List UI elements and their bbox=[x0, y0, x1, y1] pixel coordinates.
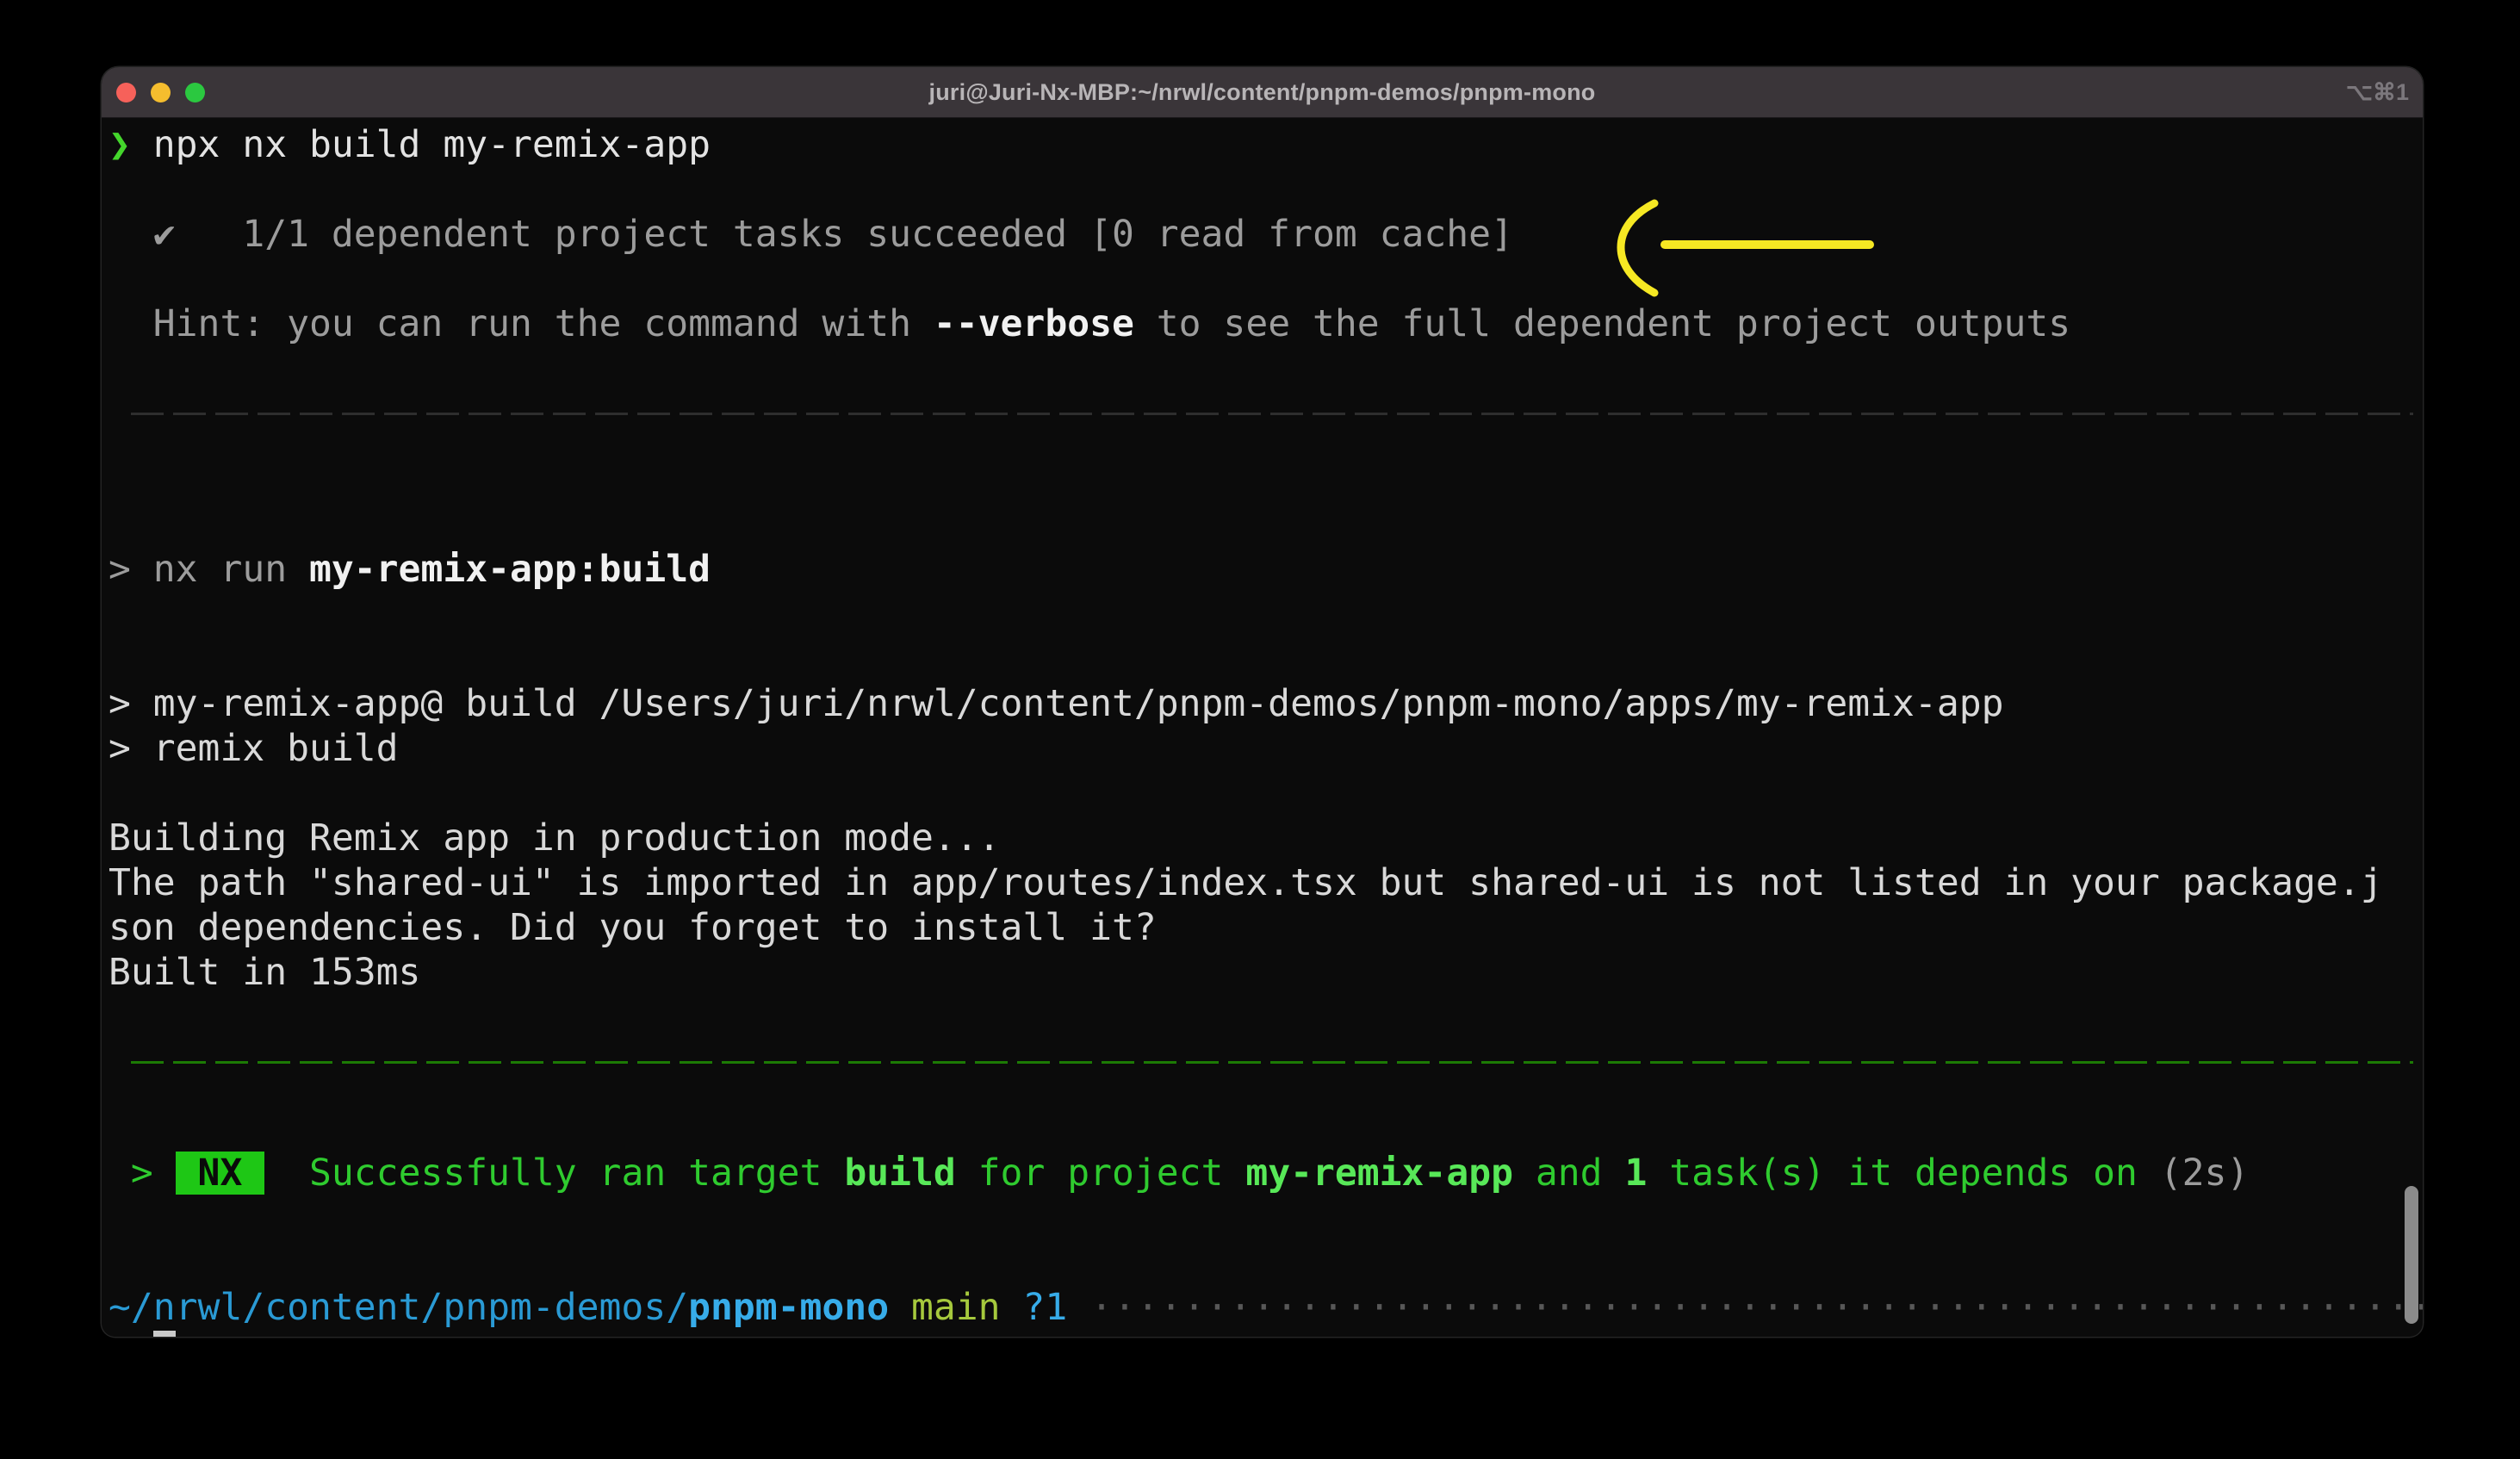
separator-line bbox=[109, 413, 2423, 457]
text-segment: > nx run bbox=[109, 548, 309, 591]
nx-badge: NX bbox=[176, 1152, 265, 1195]
terminal-line: Building Remix app in production mode... bbox=[109, 816, 2423, 860]
text-segment: > my-remix-app@ build /Users/juri/nrwl/c… bbox=[109, 682, 2004, 725]
blank-line bbox=[109, 592, 2423, 636]
gray-dashed-divider bbox=[131, 413, 2413, 415]
text-segment: ········································… bbox=[1067, 1286, 2423, 1329]
blank-line bbox=[109, 346, 2423, 391]
text-segment bbox=[131, 1331, 153, 1337]
text-segment: (2s) bbox=[2160, 1152, 2250, 1195]
text-segment: task(s) it depends on bbox=[1647, 1152, 2159, 1195]
terminal-line: > NX Successfully ran target build for p… bbox=[109, 1151, 2423, 1195]
text-segment: Building Remix app in production mode... bbox=[109, 816, 1001, 860]
green-dashed-divider bbox=[131, 1061, 2413, 1064]
blank-line bbox=[109, 1106, 2423, 1151]
text-segment: son dependencies. Did you forget to inst… bbox=[109, 906, 1157, 949]
desktop-background: juri@Juri-Nx-MBP:~/nrwl/content/pnpm-dem… bbox=[0, 0, 2520, 1459]
terminal-line: > my-remix-app@ build /Users/juri/nrwl/c… bbox=[109, 681, 2423, 726]
blank-line bbox=[109, 995, 2423, 1040]
separator-line bbox=[109, 1061, 2423, 1106]
text-segment: npx nx build my-remix-app bbox=[131, 123, 711, 166]
text-segment: ✔ 1/1 dependent project tasks succeeded … bbox=[109, 213, 1513, 256]
cursor-block bbox=[153, 1331, 176, 1337]
text-segment: > bbox=[109, 1152, 176, 1195]
text-segment: --verbose bbox=[934, 302, 1134, 345]
text-segment: Built in 153ms bbox=[109, 951, 420, 994]
blank-line bbox=[109, 502, 2423, 547]
terminal-line: son dependencies. Did you forget to inst… bbox=[109, 905, 2423, 950]
text-segment: main bbox=[889, 1286, 1000, 1329]
text-segment: my-remix-app:build bbox=[309, 548, 711, 591]
terminal-line: > nx run my-remix-app:build bbox=[109, 547, 2423, 592]
text-segment: 1 bbox=[1624, 1152, 1647, 1195]
text-segment: and bbox=[1513, 1152, 1624, 1195]
text-segment: > remix build bbox=[109, 727, 399, 770]
text-segment: Hint: you can run the command with bbox=[109, 302, 934, 345]
blank-line bbox=[109, 457, 2423, 502]
text-segment: to see the full dependent project output… bbox=[1134, 302, 2070, 345]
blank-line bbox=[109, 771, 2423, 816]
terminal-line: The path "shared-ui" is imported in app/… bbox=[109, 860, 2423, 905]
blank-line bbox=[109, 1240, 2423, 1285]
terminal-line: Hint: you can run the command with --ver… bbox=[109, 301, 2423, 346]
blank-line bbox=[109, 636, 2423, 681]
text-segment: build bbox=[844, 1152, 955, 1195]
blank-line bbox=[109, 1195, 2423, 1240]
prompt-chevron-icon: ❯ bbox=[109, 1331, 131, 1337]
text-segment: my-remix-app bbox=[1245, 1152, 1513, 1195]
text-segment: for project bbox=[956, 1152, 1246, 1195]
terminal-line: Built in 153ms bbox=[109, 950, 2423, 995]
text-segment: The path "shared-ui" is imported in app/… bbox=[109, 861, 2383, 904]
terminal-output[interactable]: ❯ npx nx build my-remix-app ✔ 1/1 depend… bbox=[102, 118, 2423, 1337]
text-segment: ?1 bbox=[1001, 1286, 1068, 1329]
terminal-line: ❯ bbox=[109, 1330, 2423, 1337]
terminal-line: ~/nrwl/content/pnpm-demos/pnpm-mono main… bbox=[109, 1285, 2423, 1330]
blank-line bbox=[109, 257, 2423, 301]
window-title: juri@Juri-Nx-MBP:~/nrwl/content/pnpm-dem… bbox=[102, 67, 2423, 117]
scrollbar-thumb[interactable] bbox=[2405, 1186, 2418, 1324]
titlebar[interactable]: juri@Juri-Nx-MBP:~/nrwl/content/pnpm-dem… bbox=[102, 67, 2423, 118]
terminal-line: ❯ npx nx build my-remix-app bbox=[109, 122, 2423, 167]
terminal-line: > remix build bbox=[109, 726, 2423, 771]
terminal-window: juri@Juri-Nx-MBP:~/nrwl/content/pnpm-dem… bbox=[102, 67, 2423, 1337]
prompt-chevron-icon: ❯ bbox=[109, 123, 131, 166]
blank-line bbox=[109, 167, 2423, 212]
terminal-line: ✔ 1/1 dependent project tasks succeeded … bbox=[109, 212, 2423, 257]
text-segment: ~/nrwl/content/pnpm-demos/ bbox=[109, 1286, 688, 1329]
text-segment: Successfully ran target bbox=[264, 1152, 844, 1195]
text-segment: pnpm-mono bbox=[688, 1286, 889, 1329]
window-shortcut-badge: ⌥⌘1 bbox=[2346, 67, 2409, 117]
